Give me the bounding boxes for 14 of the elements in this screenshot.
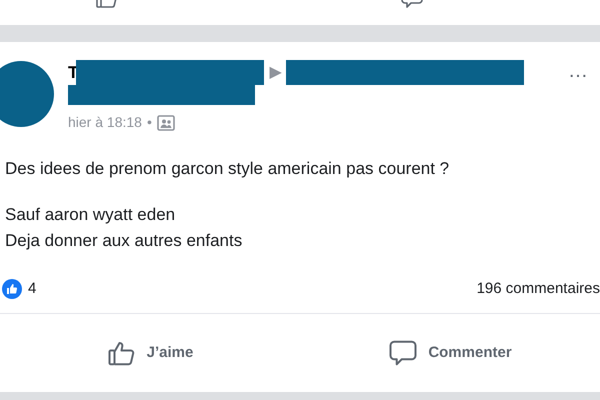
more-options[interactable]: … (568, 56, 588, 86)
friends-audience-icon (156, 114, 175, 130)
post-text: Des idees de prenom garcon style americain pas courent ? (5, 158, 450, 180)
post-text: Sauf aaron wyatt eden (5, 204, 176, 226)
avatar[interactable] (0, 61, 54, 127)
like-button[interactable]: J’aime (102, 334, 198, 372)
comment-button[interactable]: Commenter (384, 334, 516, 372)
separator-dot: • (146, 113, 152, 132)
post-text: Deja donner aux autres enfants (5, 230, 244, 252)
post-time[interactable]: hier à 18:18 (68, 112, 142, 133)
speech-bubble-icon (388, 338, 418, 368)
comment-count[interactable]: 196 commentaires (476, 278, 600, 300)
reaction-count[interactable]: 4 (28, 278, 36, 300)
audience-arrow: ▶ (269, 62, 282, 82)
